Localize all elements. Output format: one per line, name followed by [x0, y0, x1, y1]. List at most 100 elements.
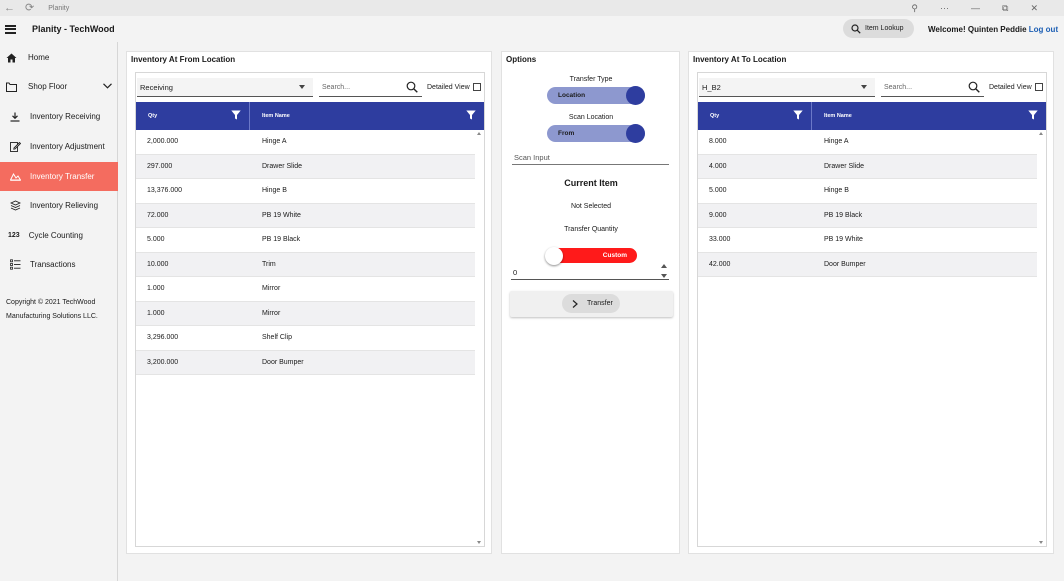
minimize-icon[interactable]: —: [971, 3, 980, 14]
sidebar-item-inventory-relieving[interactable]: Inventory Relieving: [0, 191, 118, 220]
table-row[interactable]: 2,000.000 Hinge A: [136, 130, 475, 155]
restore-icon[interactable]: ⧉: [1002, 3, 1008, 14]
qty-cell: 33.000: [709, 236, 731, 244]
scan-input-field[interactable]: Scan Input: [512, 150, 669, 165]
search-placeholder: Search...: [322, 83, 351, 91]
table-row[interactable]: 3,296.000 Shelf Clip: [136, 326, 475, 351]
chevron-down-icon: [299, 85, 305, 89]
current-item-label: Current Item: [564, 178, 618, 188]
transfer-button[interactable]: Transfer: [562, 294, 620, 313]
options-panel: Options Transfer Type Location Scan Loca…: [501, 51, 680, 554]
from-location-dropdown[interactable]: Receiving: [137, 78, 313, 97]
quantity-decrement-icon[interactable]: [661, 274, 667, 278]
welcome-message: Welcome! Quinten Peddie Log out: [928, 25, 1058, 34]
back-icon[interactable]: ←: [4, 2, 15, 14]
column-label: Qty: [710, 113, 720, 119]
search-icon[interactable]: [406, 81, 418, 93]
from-table-header: Qty Item Name: [136, 102, 484, 130]
scroll-up-icon[interactable]: [1039, 132, 1043, 135]
qty-cell: 3,200.000: [147, 358, 179, 366]
search-icon[interactable]: [968, 81, 980, 93]
window-titlebar: ← ⟳ Planity ⚲ ··· — ⧉ ✕: [0, 0, 1064, 16]
to-table-header: Qty Item Name: [698, 102, 1046, 130]
table-row[interactable]: 5.000 PB 19 Black: [136, 228, 475, 253]
detailed-view-label: Detailed View: [989, 83, 1032, 91]
from-search-input[interactable]: Search...: [319, 78, 422, 97]
scan-location-value: From: [558, 130, 575, 137]
to-inventory-frame: H_B2 Search... Detailed View Qty Item Na…: [697, 72, 1047, 547]
scroll-up-icon[interactable]: [477, 132, 481, 135]
toggle-knob: [626, 124, 645, 143]
transfer-action-bar: Transfer: [510, 291, 673, 317]
table-row[interactable]: 1.000 Mirror: [136, 301, 475, 326]
zoom-icon[interactable]: ⚲: [911, 3, 918, 14]
table-row[interactable]: 8.000 Hinge A: [698, 130, 1037, 155]
scan-location-label: Scan Location: [568, 114, 614, 121]
to-location-value: H_B2: [702, 82, 721, 92]
column-label: Item Name: [262, 113, 290, 119]
column-header-qty[interactable]: Qty: [136, 102, 250, 130]
scroll-down-icon[interactable]: [1039, 541, 1043, 544]
quantity-increment-icon[interactable]: [661, 264, 667, 268]
qty-cell: 5.000: [147, 236, 165, 244]
filter-icon[interactable]: [231, 110, 241, 120]
logout-link[interactable]: Log out: [1029, 25, 1058, 34]
scroll-down-icon[interactable]: [477, 541, 481, 544]
to-table-scrollbar[interactable]: [1038, 130, 1045, 546]
table-row[interactable]: 42.000 Door Bumper: [698, 252, 1037, 277]
to-search-input[interactable]: Search...: [881, 78, 984, 97]
sidebar-item-shop-floor[interactable]: Shop Floor: [0, 72, 118, 101]
transfer-type-toggle[interactable]: Location: [547, 86, 645, 105]
sidebar-item-home[interactable]: Home: [0, 43, 118, 72]
table-row[interactable]: 10.000 Trim: [136, 252, 475, 277]
detailed-view-checkbox[interactable]: [1034, 83, 1043, 91]
detailed-view-checkbox[interactable]: [472, 83, 481, 91]
scan-location-toggle[interactable]: From: [547, 124, 645, 143]
transfer-icon: [8, 170, 22, 184]
qty-cell: 42.000: [709, 260, 731, 268]
panel-title: Inventory At To Location: [693, 55, 787, 64]
transfer-quantity-label: Transfer Quantity: [564, 226, 618, 233]
item-name-cell: PB 19 Black: [824, 211, 863, 219]
table-row[interactable]: 4.000 Drawer Slide: [698, 154, 1037, 179]
table-row[interactable]: 1.000 Mirror: [136, 277, 475, 302]
qty-cell: 3,296.000: [147, 334, 179, 342]
filter-icon[interactable]: [1028, 110, 1038, 120]
filter-icon[interactable]: [793, 110, 803, 120]
table-row[interactable]: 297.000 Drawer Slide: [136, 154, 475, 179]
from-table-scrollbar[interactable]: [476, 130, 483, 546]
qty-cell: 1.000: [147, 309, 165, 317]
table-row[interactable]: 9.000 PB 19 Black: [698, 203, 1037, 228]
close-icon[interactable]: ✕: [1030, 3, 1038, 14]
table-row[interactable]: 5.000 Hinge B: [698, 179, 1037, 204]
table-row[interactable]: 33.000 PB 19 White: [698, 228, 1037, 253]
qty-cell: 8.000: [709, 138, 727, 146]
sidebar-item-inventory-receiving[interactable]: Inventory Receiving: [0, 102, 118, 131]
sidebar-item-cycle-counting[interactable]: 123 Cycle Counting: [0, 221, 118, 250]
column-label: Item Name: [824, 113, 852, 119]
sidebar-item-transactions[interactable]: Transactions: [0, 250, 118, 279]
hamburger-menu-icon[interactable]: [5, 24, 16, 34]
sidebar-item-inventory-adjustment[interactable]: Inventory Adjustment: [0, 132, 118, 161]
column-header-qty[interactable]: Qty: [698, 102, 812, 130]
sidebar-item-inventory-transfer[interactable]: Inventory Transfer: [0, 162, 118, 191]
quantity-mode-toggle[interactable]: Custom: [545, 246, 637, 265]
table-row[interactable]: 13,376.000 Hinge B: [136, 179, 475, 204]
table-row[interactable]: 3,200.000 Door Bumper: [136, 350, 475, 375]
item-name-cell: Drawer Slide: [824, 162, 865, 170]
qty-cell: 10.000: [147, 260, 169, 268]
table-row[interactable]: 72.000 PB 19 White: [136, 203, 475, 228]
item-lookup-button[interactable]: Item Lookup: [843, 19, 914, 38]
transfer-quantity-input[interactable]: 0: [511, 266, 669, 280]
filter-icon[interactable]: [466, 110, 476, 120]
sidebar-item-label: Home: [28, 53, 50, 62]
search-icon: [851, 23, 861, 34]
column-header-item-name[interactable]: Item Name: [812, 102, 1046, 130]
chevron-down-icon[interactable]: [103, 81, 112, 92]
to-location-dropdown[interactable]: H_B2: [699, 78, 875, 97]
refresh-icon[interactable]: ⟳: [25, 2, 34, 14]
more-icon[interactable]: ···: [940, 3, 949, 14]
item-name-cell: Mirror: [262, 309, 281, 317]
column-header-item-name[interactable]: Item Name: [250, 102, 484, 130]
transfer-button-label: Transfer: [587, 300, 613, 307]
